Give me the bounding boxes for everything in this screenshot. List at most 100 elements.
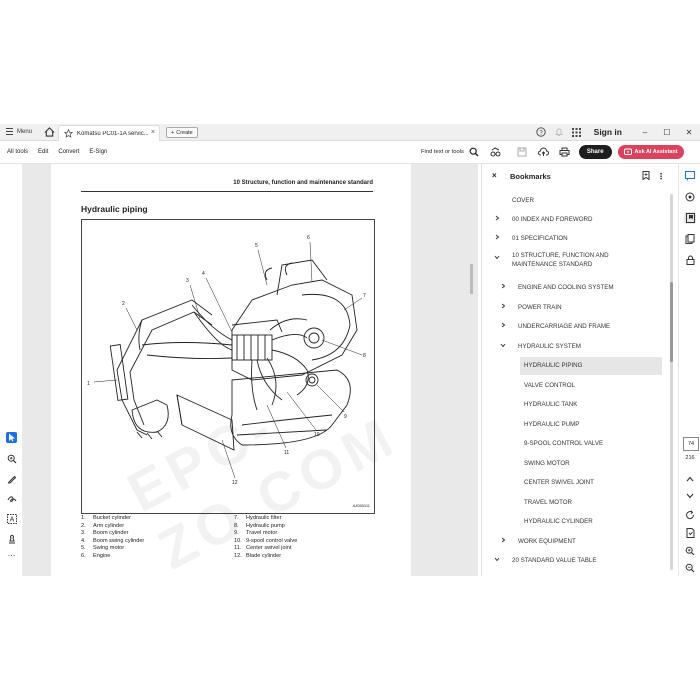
- bookmark-item[interactable]: CENTER SWIVEL JOINT: [482, 474, 667, 492]
- chevron-down-icon[interactable]: [494, 254, 500, 260]
- right-tool-rail: 74 216: [678, 164, 700, 576]
- zoom-in-icon[interactable]: [684, 545, 696, 557]
- refresh-icon[interactable]: [684, 509, 696, 521]
- find-text-button[interactable]: Find text or tools: [421, 149, 464, 155]
- add-bookmark-icon[interactable]: [642, 171, 650, 180]
- chevron-down-icon[interactable]: [494, 556, 500, 562]
- save-icon[interactable]: [516, 146, 529, 159]
- bookmark-item[interactable]: HYDRAULIC SYSTEM: [482, 338, 667, 356]
- close-tab-icon[interactable]: ×: [151, 129, 155, 136]
- esign-button[interactable]: E-Sign: [89, 149, 107, 155]
- callout-1: 1: [87, 381, 90, 387]
- bookmark-item[interactable]: UNDERCARRIAGE AND FRAME: [482, 318, 667, 336]
- star-icon[interactable]: [64, 129, 73, 138]
- bookmark-item[interactable]: VALVE CONTROL: [482, 377, 667, 395]
- freehand-draw-icon[interactable]: [6, 493, 17, 504]
- ai-sparkle-icon: [623, 148, 632, 155]
- bookmark-item[interactable]: HYDRAULIC PIPING: [520, 357, 662, 375]
- maximize-icon[interactable]: ☐: [656, 128, 678, 137]
- menu-button[interactable]: Menu: [6, 128, 32, 135]
- chevron-right-icon[interactable]: [500, 303, 506, 309]
- page-settings-icon[interactable]: [684, 527, 696, 539]
- ai-assistant-label: Ask AI Assistant: [634, 149, 678, 155]
- chevron-down-icon[interactable]: [684, 490, 696, 502]
- chevron-right-icon[interactable]: [500, 322, 506, 328]
- current-page-input[interactable]: 74: [683, 437, 699, 451]
- menu-label: Menu: [17, 128, 33, 135]
- bookmark-label: COVER: [512, 197, 535, 204]
- bookmark-item[interactable]: 00 INDEX AND FOREWORD: [482, 211, 667, 229]
- bookmarks-scroll-thumb[interactable]: [670, 282, 673, 362]
- bookmark-item[interactable]: POWER TRAIN: [482, 299, 667, 317]
- all-tools-button[interactable]: All tools: [7, 149, 28, 155]
- bookmarks-scrollbar[interactable]: [670, 194, 673, 570]
- stamp-icon[interactable]: [6, 533, 17, 544]
- home-icon[interactable]: [44, 127, 55, 137]
- toolbar-menu: All tools Edit Convert E-Sign: [7, 149, 107, 155]
- bookmark-item[interactable]: HYDRAULIC CYLINDER: [482, 513, 667, 531]
- close-window-icon[interactable]: ✕: [678, 128, 700, 137]
- minimize-icon[interactable]: –: [634, 128, 656, 137]
- help-icon[interactable]: ?: [535, 126, 547, 138]
- bookmark-label: UNDERCARRIAGE AND FRAME: [518, 323, 611, 330]
- chevron-up-icon[interactable]: [684, 473, 696, 485]
- callout-2: 2: [122, 301, 125, 307]
- bookmarks-panel-icon[interactable]: [684, 212, 696, 224]
- zoom-tool-icon[interactable]: [6, 453, 17, 464]
- callout-3: 3: [186, 278, 189, 284]
- bookmark-label: HYDRAULIC CYLINDER: [524, 518, 593, 525]
- comment-icon[interactable]: [684, 170, 696, 182]
- zoom-out-icon[interactable]: [684, 562, 696, 574]
- convert-button[interactable]: Convert: [58, 149, 79, 155]
- tab-title: Komatsu PC01-1A servic...: [77, 130, 149, 137]
- bookmark-label: SWING MOTOR: [524, 460, 570, 467]
- more-tools-icon[interactable]: ⋯: [6, 550, 17, 561]
- acrobat-window: Menu Komatsu PC01-1A servic... × + Creat…: [0, 124, 700, 576]
- bookmark-label: 01 SPECIFICATION: [512, 235, 568, 242]
- notifications-icon[interactable]: [553, 126, 565, 138]
- legend-item: 6. Engine: [81, 552, 111, 559]
- panel-splitter[interactable]: [470, 264, 473, 294]
- bookmark-item[interactable]: WORK EQUIPMENT: [482, 533, 667, 551]
- text-tool-icon[interactable]: A: [6, 513, 17, 524]
- bookmark-item[interactable]: 01 SPECIFICATION: [482, 230, 667, 248]
- close-panel-icon[interactable]: ×: [492, 171, 497, 180]
- pages-icon[interactable]: [684, 233, 696, 245]
- cloud-upload-icon[interactable]: [537, 146, 550, 159]
- search-icon[interactable]: [468, 146, 481, 159]
- chevron-right-icon[interactable]: [494, 215, 500, 221]
- share-button[interactable]: Share: [578, 145, 612, 159]
- bookmark-item[interactable]: TRAVEL MOTOR: [482, 494, 667, 512]
- more-options-icon[interactable]: ⋮: [657, 172, 665, 181]
- bookmark-item[interactable]: 9-SPOOL CONTROL VALVE: [482, 435, 667, 453]
- toolbar-right: Find text or tools Share Ask AI Assistan…: [421, 145, 684, 159]
- bookmark-item[interactable]: HYDRAULIC TANK: [482, 396, 667, 414]
- bookmark-item[interactable]: ENGINE AND COOLING SYSTEM: [482, 279, 667, 297]
- bookmark-item[interactable]: COVER: [482, 192, 667, 210]
- edit-button[interactable]: Edit: [38, 149, 48, 155]
- print-icon[interactable]: [558, 146, 571, 159]
- ai-assistant-button[interactable]: Ask AI Assistant: [617, 145, 684, 159]
- create-button[interactable]: + Create: [166, 127, 198, 138]
- document-viewport: 10 Structure, function and maintenance s…: [23, 164, 478, 576]
- sign-in-button[interactable]: Sign in: [594, 127, 622, 137]
- chevron-right-icon[interactable]: [500, 537, 506, 543]
- callout-7: 7: [363, 293, 366, 299]
- select-cursor-icon[interactable]: [6, 432, 17, 443]
- chevron-right-icon[interactable]: [500, 283, 506, 289]
- chevron-right-icon[interactable]: [494, 234, 500, 240]
- bookmark-item[interactable]: SWING MOTOR: [482, 455, 667, 473]
- bookmark-item[interactable]: HYDRAULIC PUMP: [482, 416, 667, 434]
- apps-grid-icon[interactable]: [571, 126, 583, 138]
- bookmark-item[interactable]: 10 STRUCTURE, FUNCTION AND MAINTENANCE ST…: [482, 250, 667, 268]
- chevron-down-icon[interactable]: [500, 342, 506, 348]
- pen-icon[interactable]: [6, 473, 17, 484]
- lock-icon[interactable]: [684, 254, 696, 266]
- bookmark-label: CENTER SWIVEL JOINT: [524, 479, 594, 486]
- svg-text:A: A: [9, 516, 14, 523]
- link-icon[interactable]: [684, 191, 696, 203]
- document-tab[interactable]: Komatsu PC01-1A servic... ×: [58, 125, 160, 141]
- create-label: Create: [176, 129, 193, 136]
- bookmark-item[interactable]: 20 STANDARD VALUE TABLE: [482, 552, 667, 570]
- ai-tools-icon[interactable]: [489, 146, 502, 159]
